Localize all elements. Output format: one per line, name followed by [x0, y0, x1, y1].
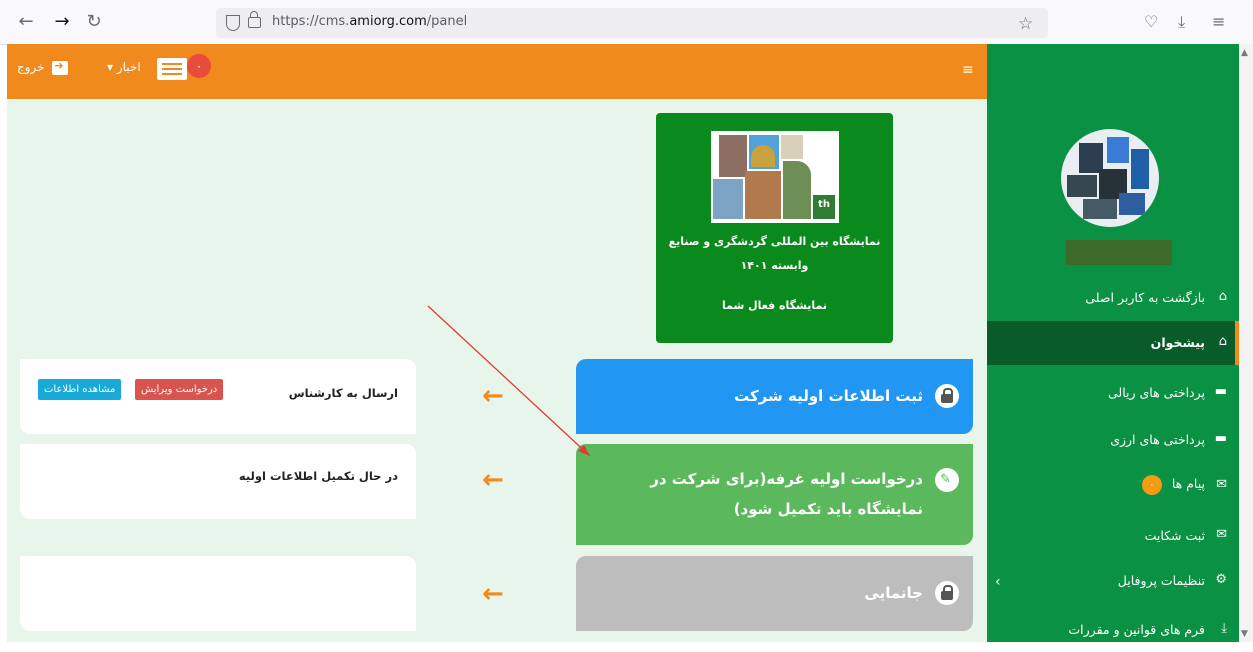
- exhibition-title-line1: نمایشگاه بین المللی گردشگری و صنایع: [668, 235, 881, 248]
- scroll-up-icon[interactable]: ▲: [1241, 48, 1248, 58]
- news-badge: ۰: [187, 54, 211, 78]
- envelope-icon: ✉: [1216, 527, 1227, 542]
- view-info-button[interactable]: مشاهده اطلاعات: [38, 379, 122, 400]
- step-label: درخواست اولیه غرفه(برای شرکت در نمایشگاه…: [650, 470, 923, 518]
- status-card: در حال تکمیل اطلاعات اولیه: [20, 444, 416, 519]
- sidebar-item-currency-payments[interactable]: ▬ پرداختی های ارزی: [987, 418, 1239, 462]
- sign-out-icon: [52, 59, 69, 75]
- user-name-placeholder: [1066, 240, 1172, 265]
- news-caret-icon: ▾: [107, 60, 114, 74]
- exhibition-logo: th: [711, 131, 839, 223]
- news-label: اخبار: [116, 60, 141, 74]
- sidebar-item-dashboard[interactable]: ⌂ پیشخوان: [987, 321, 1239, 365]
- sidebar-item-label: ۰ پیام ها: [1141, 475, 1205, 495]
- sidebar-item-label: فرم های قوانین و مقررات: [1068, 622, 1205, 637]
- messages-badge: ۰: [1141, 475, 1162, 495]
- newspaper-icon[interactable]: [157, 58, 187, 80]
- home-icon: ⌂: [1218, 334, 1227, 349]
- back-icon[interactable]: ←: [16, 12, 36, 32]
- exit-button[interactable]: خروج: [17, 59, 69, 75]
- sidebar-item-rial-payments[interactable]: ▬ پرداختی های ریالی: [987, 371, 1239, 415]
- scrollbar[interactable]: ▲ ▼: [1239, 44, 1253, 642]
- address-bar[interactable]: https://cms.amiorg.com/panel: [216, 8, 1048, 38]
- sidebar-item-label: پرداختی های ارزی: [1110, 432, 1205, 447]
- step-label: ثبت اطلاعات اولیه شرکت: [734, 387, 923, 405]
- arrow-left-icon: ←: [482, 465, 504, 495]
- sidebar-item-label: پیشخوان: [1150, 335, 1205, 350]
- status-text: ارسال به کارشناس: [288, 386, 398, 400]
- sidebar-item-complaint[interactable]: ✉ ثبت شکایت: [987, 514, 1239, 558]
- lock-icon: [935, 581, 959, 605]
- status-card: [20, 556, 416, 631]
- arrow-left-icon: ←: [482, 579, 504, 609]
- download-icon[interactable]: ⤓: [1178, 12, 1185, 32]
- card-icon: ▬: [1214, 384, 1227, 399]
- scroll-down-icon[interactable]: ▼: [1241, 629, 1248, 639]
- bookmark-star-icon[interactable]: ☆: [1018, 14, 1033, 34]
- step-booth-request[interactable]: ✎ درخواست اولیه غرفه(برای شرکت در نمایشگ…: [576, 444, 973, 545]
- exhibition-title-line2: وابسته ۱۴۰۱: [740, 259, 809, 272]
- sidebar-item-profile-settings[interactable]: ⚙ تنظیمات پروفایل: [987, 559, 1239, 603]
- sidebar-item-label: پرداختی های ریالی: [1107, 385, 1205, 400]
- browser-toolbar: ← → ↻ https://cms.amiorg.com/panel ☆ ♡ ⤓…: [0, 0, 1253, 45]
- main-content: th نمایشگاه بین المللی گردشگری و صنایع و…: [7, 99, 987, 642]
- lock-icon: [935, 384, 959, 408]
- card-icon: ▬: [1214, 431, 1227, 446]
- lock-icon[interactable]: [248, 11, 261, 28]
- sidebar-item-back-to-main-user[interactable]: ⌂ بازگشت به کاربر اصلی: [987, 276, 1239, 320]
- gears-icon: ⚙: [1215, 572, 1227, 587]
- step-company-info[interactable]: ثبت اطلاعات اولیه شرکت: [576, 359, 973, 434]
- sidebar-item-messages[interactable]: ✉ ۰ پیام ها: [987, 464, 1239, 508]
- download-icon: ⤓: [1221, 621, 1227, 636]
- edit-icon: ✎: [935, 468, 959, 492]
- sidebar: ⌂ بازگشت به کاربر اصلی ⌂ پیشخوان ▬ پرداخ…: [987, 44, 1239, 642]
- envelope-icon: ✉: [1216, 477, 1227, 492]
- sidebar-item-label: تنظیمات پروفایل: [1117, 573, 1205, 588]
- top-navbar: خروج ▾ اخبار ۰ ≡: [7, 44, 987, 99]
- sidebar-item-label: ثبت شکایت: [1144, 528, 1205, 543]
- app-menu-icon[interactable]: ≡: [1212, 12, 1225, 31]
- active-exhibition-card[interactable]: th نمایشگاه بین المللی گردشگری و صنایع و…: [656, 113, 893, 343]
- sidebar-item-rules-forms[interactable]: ⤓ فرم های قوانین و مقررات: [987, 608, 1239, 652]
- status-card: ارسال به کارشناس درخواست ویرایش مشاهده ا…: [20, 359, 416, 434]
- tracking-shield-icon[interactable]: [226, 15, 240, 31]
- home-icon: ⌂: [1218, 289, 1227, 304]
- step-placement[interactable]: جانمایی: [576, 556, 973, 631]
- news-dropdown[interactable]: ▾ اخبار: [107, 60, 141, 74]
- avatar[interactable]: [1061, 129, 1159, 227]
- arrow-left-icon: ←: [482, 381, 504, 411]
- hamburger-icon[interactable]: ≡: [962, 62, 974, 78]
- status-text: در حال تکمیل اطلاعات اولیه: [238, 469, 398, 483]
- chevron-left-icon[interactable]: ‹: [995, 574, 1001, 590]
- reload-icon[interactable]: ↻: [84, 12, 104, 32]
- pocket-icon[interactable]: ♡: [1144, 12, 1158, 31]
- forward-icon[interactable]: →: [52, 12, 72, 32]
- url-text[interactable]: https://cms.amiorg.com/panel: [272, 14, 467, 29]
- step-label: جانمایی: [864, 584, 923, 602]
- exit-label: خروج: [17, 60, 45, 74]
- exhibition-status: نمایشگاه فعال شما: [721, 299, 828, 312]
- request-edit-button[interactable]: درخواست ویرایش: [135, 379, 224, 400]
- sidebar-item-label: بازگشت به کاربر اصلی: [1085, 290, 1205, 305]
